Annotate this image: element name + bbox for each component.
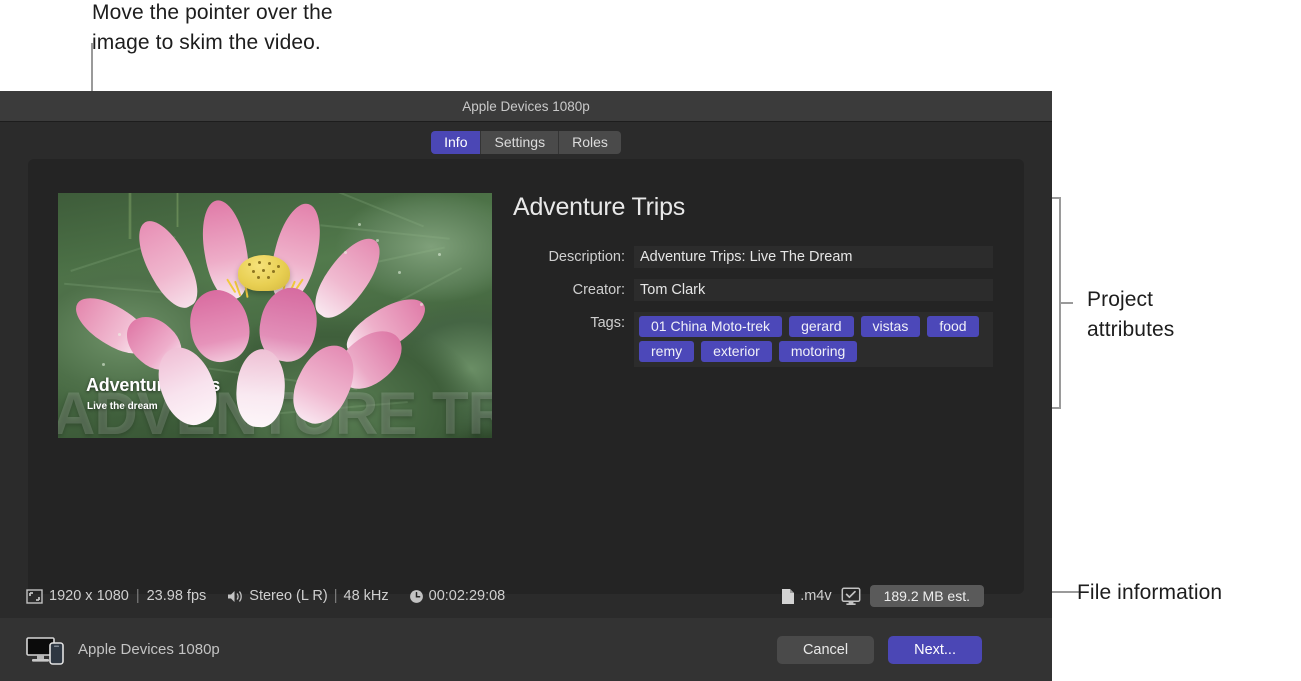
separator: | <box>135 588 140 604</box>
callout-file-leader-line <box>1052 591 1080 593</box>
description-row: Description: Adventure Trips: Live The D… <box>513 246 993 268</box>
extension-value: .m4v <box>800 588 832 604</box>
thumbnail-overlay-subtitle: Live the dream <box>87 401 158 412</box>
duration-group: 00:02:29:08 <box>409 588 506 604</box>
tag-item[interactable]: motoring <box>778 341 858 362</box>
separator: | <box>333 588 338 604</box>
cancel-button[interactable]: Cancel <box>776 635 875 664</box>
audio-value: Stereo (L R) <box>249 588 328 604</box>
speaker-icon <box>226 589 244 604</box>
tag-item[interactable]: remy <box>639 341 695 362</box>
next-button[interactable]: Next... <box>888 635 982 664</box>
window-titlebar: Apple Devices 1080p <box>0 91 1052 122</box>
info-content-panel: ADVENTURE TRIPS Adventure Trips Live the… <box>28 159 1024 594</box>
tag-item[interactable]: gerard <box>789 316 854 337</box>
tags-row: Tags: 01 China Moto-trek gerard vistas f… <box>513 312 993 367</box>
display-and-phone-icon <box>26 635 66 665</box>
tags-label: Tags: <box>590 315 625 331</box>
segmented-tab-control: Info Settings Roles <box>431 130 621 154</box>
audio-group: Stereo (L R) | 48 kHz <box>226 588 389 604</box>
window-title: Apple Devices 1080p <box>462 98 590 114</box>
tag-item[interactable]: 01 China Moto-trek <box>639 316 783 337</box>
video-thumbnail[interactable]: ADVENTURE TRIPS Adventure Trips Live the… <box>58 193 492 438</box>
tab-info[interactable]: Info <box>431 130 482 154</box>
callout-project-attributes-text: Project attributes <box>1087 288 1175 341</box>
device-group: Apple Devices 1080p <box>0 635 220 665</box>
callout-project-bracket-tick <box>1061 302 1073 304</box>
samplerate-value: 48 kHz <box>343 588 389 604</box>
description-label: Description: <box>548 249 625 265</box>
duration-value: 00:02:29:08 <box>428 588 506 604</box>
dialog-actions: Cancel Next... <box>776 635 1052 664</box>
creator-row: Creator: Tom Clark <box>513 279 993 301</box>
callout-skim-text: Move the pointer over the image to skim … <box>92 1 333 54</box>
project-attributes: Adventure Trips Description: Adventure T… <box>513 193 993 378</box>
size-estimate-badge: 189.2 MB est. <box>869 585 984 607</box>
description-field[interactable]: Adventure Trips: Live The Dream <box>634 246 993 268</box>
skimmer-playhead[interactable] <box>90 193 92 438</box>
tags-field[interactable]: 01 China Moto-trek gerard vistas food re… <box>634 312 993 367</box>
flower-center-pod <box>238 255 290 291</box>
tab-settings[interactable]: Settings <box>481 130 560 154</box>
export-dialog-window: Apple Devices 1080p Info Settings Roles <box>0 91 1052 681</box>
file-information-right: .m4v 189.2 MB est. <box>781 585 1052 607</box>
tag-item[interactable]: vistas <box>860 316 921 337</box>
extension-group: .m4v <box>781 588 832 605</box>
monitor-check-icon[interactable] <box>841 587 861 606</box>
tag-item[interactable]: food <box>927 316 979 337</box>
creator-label: Creator: <box>572 282 625 298</box>
file-information-left: 1920 x 1080 | 23.98 fps Stereo (L R) | 4… <box>0 588 505 604</box>
callout-file-information-text: File information <box>1077 581 1223 604</box>
file-information-bar: 1920 x 1080 | 23.98 fps Stereo (L R) | 4… <box>0 580 1052 612</box>
tab-roles[interactable]: Roles <box>559 130 621 154</box>
frame-size-icon <box>26 588 43 604</box>
framerate-value: 23.98 fps <box>146 588 207 604</box>
resolution-value: 1920 x 1080 <box>49 588 129 604</box>
creator-field[interactable]: Tom Clark <box>634 279 993 301</box>
clock-icon <box>409 589 424 604</box>
tag-item[interactable]: exterior <box>701 341 772 362</box>
device-name: Apple Devices 1080p <box>78 641 220 658</box>
project-title: Adventure Trips <box>513 193 686 221</box>
document-icon <box>781 588 795 605</box>
tab-bar: Info Settings Roles <box>0 122 1052 162</box>
dialog-bottom-bar: Apple Devices 1080p Cancel Next... <box>0 618 1052 681</box>
